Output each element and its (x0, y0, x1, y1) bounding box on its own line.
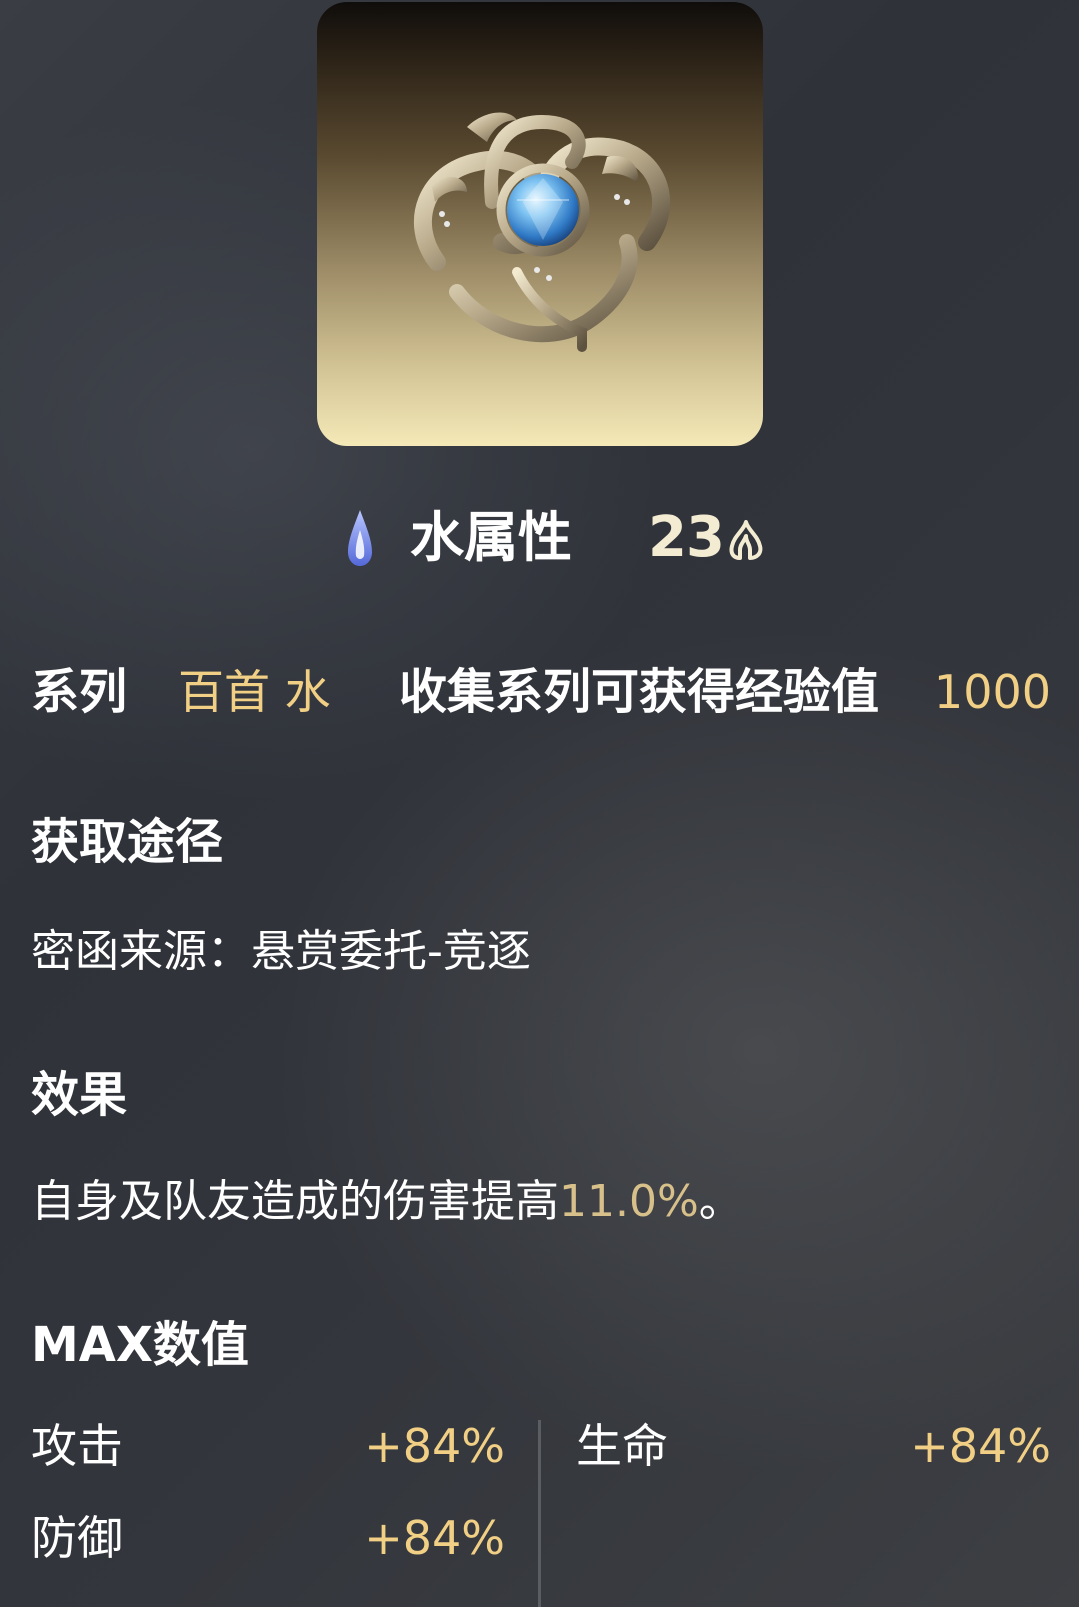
stats-grid: 攻击 +84% 生命 +84% 防御 +84% (0, 1410, 1079, 1607)
effect-text: 自身及队友造成的伤害提高11.0%。 (31, 1172, 743, 1232)
max-values-heading: MAX数值 (31, 1317, 249, 1373)
exp-value: 1000 (933, 665, 1051, 719)
effect-highlight: 11.0% (559, 1176, 699, 1227)
effect-text-suffix: 。 (698, 1176, 743, 1227)
attribute-level: 23 (648, 505, 725, 570)
exp-label: 收集系列可获得经验值 (399, 664, 880, 720)
stat-label-defense: 防御 (31, 1511, 123, 1565)
series-row: 系列 百首 水 收集系列可获得经验值 1000 (0, 660, 1079, 724)
flame-icon (728, 520, 764, 564)
item-image-card (317, 2, 763, 446)
acquisition-heading: 获取途径 (31, 814, 224, 870)
stat-value-attack: +84% (364, 1419, 505, 1473)
stat-label-hp: 生命 (576, 1419, 668, 1473)
stat-label-attack: 攻击 (31, 1419, 123, 1473)
attribute-name: 水属性 (410, 506, 572, 569)
stats-divider (538, 1420, 541, 1607)
effect-heading: 效果 (31, 1067, 128, 1123)
brooch-icon (413, 112, 671, 352)
water-drop-icon (346, 508, 374, 572)
stat-value-defense: +84% (364, 1511, 505, 1565)
effect-text-prefix: 自身及队友造成的伤害提高 (31, 1176, 559, 1227)
stat-value-hp: +84% (910, 1419, 1051, 1473)
acquisition-text: 密函来源：悬赏委托-竞逐 (31, 926, 531, 977)
attribute-row: 水属性 23 (0, 500, 1079, 576)
series-label: 系列 (31, 664, 128, 720)
series-value: 百首 水 (178, 665, 331, 719)
